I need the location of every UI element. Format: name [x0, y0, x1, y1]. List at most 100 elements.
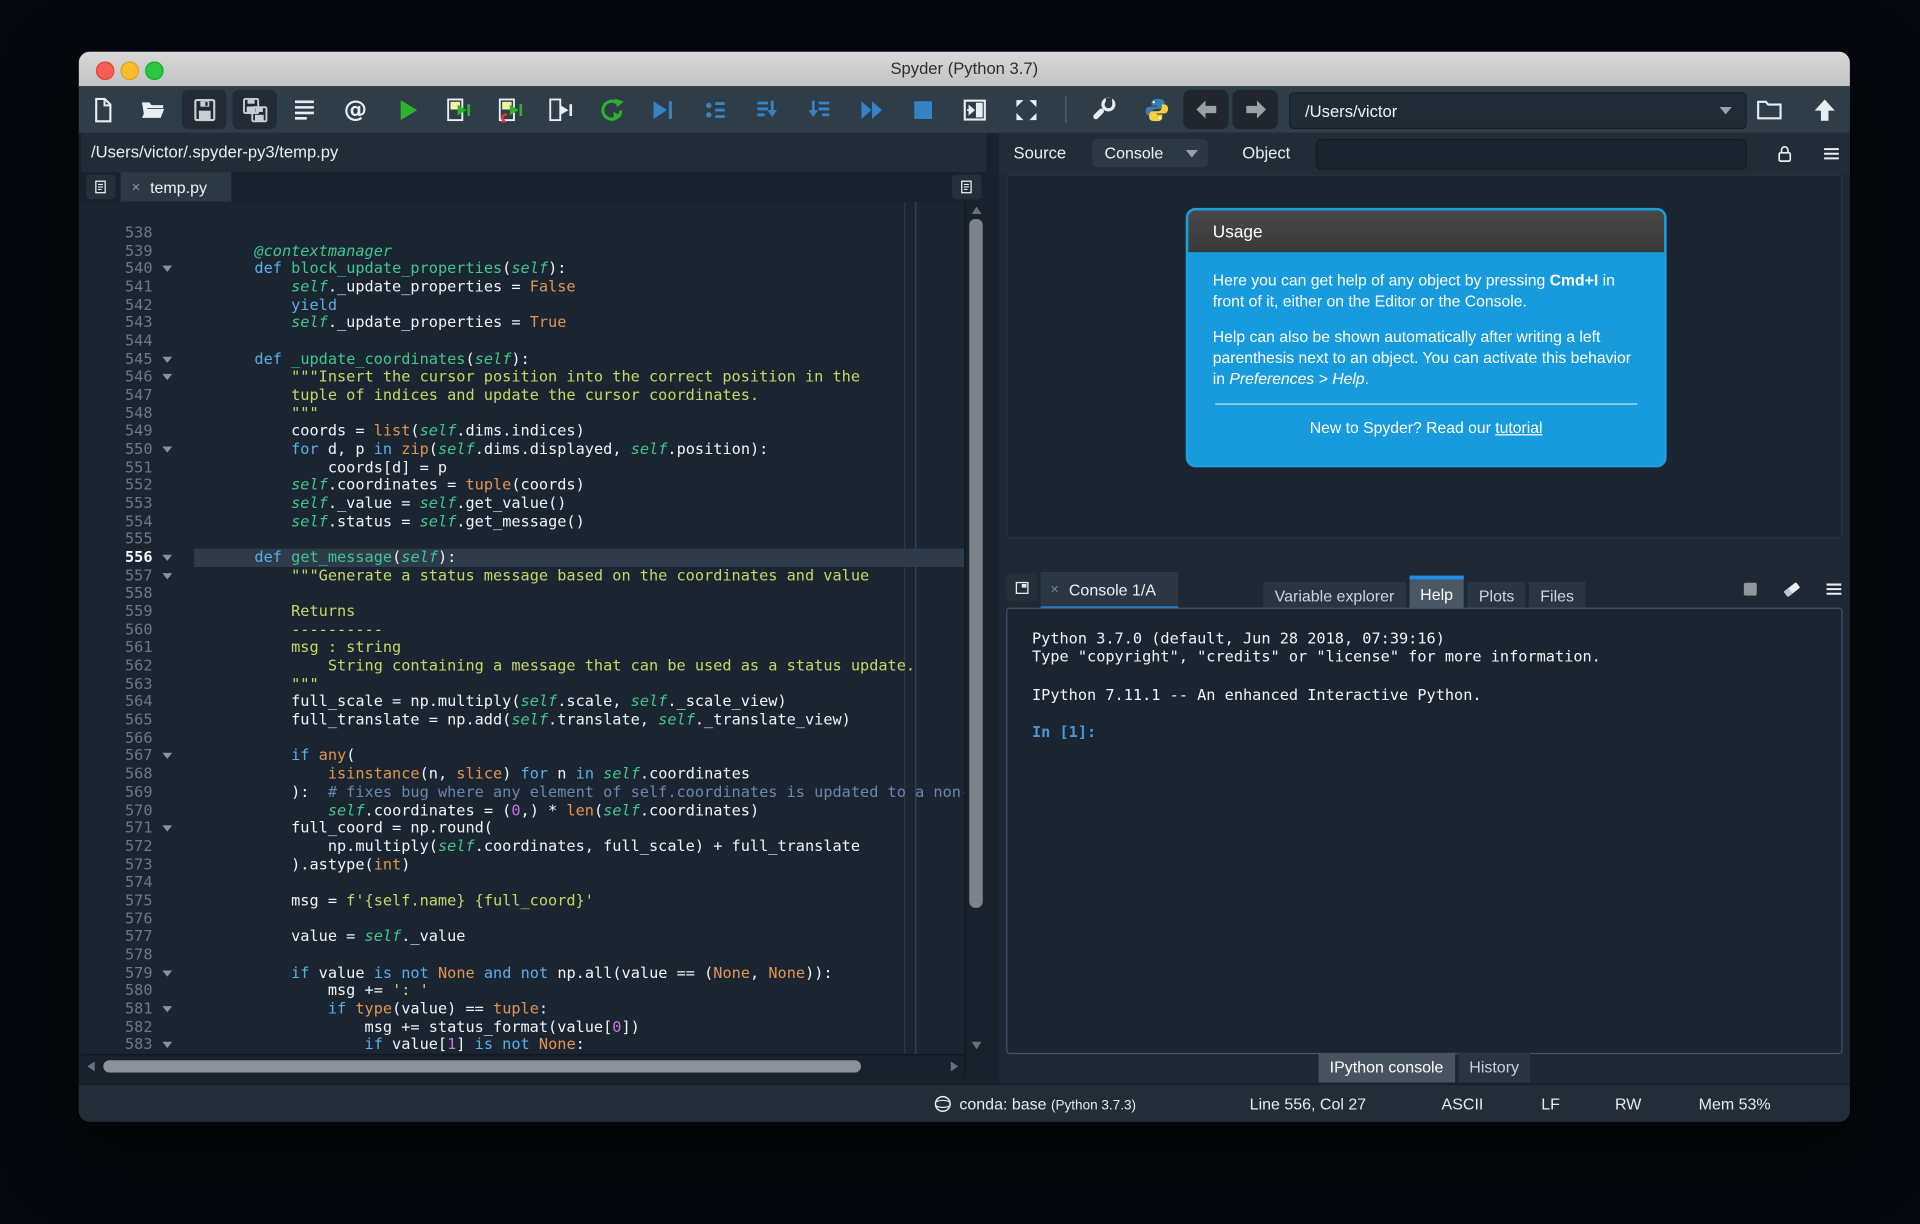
- code-line[interactable]: 573 ).astype(int): [81, 855, 964, 873]
- code-line[interactable]: 581 if type(value) == tuple:: [81, 1000, 964, 1018]
- help-source-selector[interactable]: Console: [1092, 139, 1208, 167]
- code-line[interactable]: 572 np.multiply(self.coordinates, full_s…: [81, 837, 964, 855]
- code-line[interactable]: 548 """: [81, 404, 964, 422]
- code-line[interactable]: 550 for d, p in zip(self.dims.displayed,…: [81, 440, 964, 458]
- debug-step-icon[interactable]: [700, 95, 730, 125]
- code-line[interactable]: 567 if any(: [81, 747, 964, 765]
- code-line[interactable]: 576: [81, 910, 964, 928]
- code-line[interactable]: 554 self.status = self.get_message(): [81, 513, 964, 531]
- preferences-wrench-icon[interactable]: [1089, 95, 1119, 125]
- vertical-scroll-thumb[interactable]: [969, 219, 983, 908]
- fold-arrow-icon[interactable]: [162, 573, 172, 579]
- code-line[interactable]: 563 """: [81, 675, 964, 693]
- python-path-icon[interactable]: [1141, 95, 1171, 125]
- fold-arrow-icon[interactable]: [162, 555, 172, 561]
- code-line[interactable]: 544: [81, 332, 964, 350]
- fold-arrow-icon[interactable]: [162, 1042, 172, 1048]
- code-line[interactable]: 579 if value is not None and not np.all(…: [81, 964, 964, 982]
- code-line[interactable]: 541 self._update_properties = False: [81, 278, 964, 296]
- save-icon[interactable]: [189, 95, 219, 125]
- code-line[interactable]: 551 coords[d] = p: [81, 458, 964, 476]
- editor-vertical-scrollbar[interactable]: [964, 202, 986, 1077]
- run-cell-advance-icon[interactable]: [494, 95, 524, 125]
- tab-history[interactable]: History: [1458, 1053, 1530, 1083]
- code-line[interactable]: 543 self._update_properties = True: [81, 314, 964, 332]
- code-line[interactable]: 582 msg += status_format(value[0]): [81, 1018, 964, 1036]
- code-line[interactable]: 574: [81, 874, 964, 892]
- code-line[interactable]: 570 self.coordinates = (0,) * len(self.c…: [81, 801, 964, 819]
- minimize-window-button[interactable]: [121, 62, 139, 80]
- ipython-console[interactable]: Python 3.7.0 (default, Jun 28 2018, 07:3…: [1006, 608, 1842, 1054]
- new-console-window-button[interactable]: [1006, 573, 1037, 601]
- fold-arrow-icon[interactable]: [162, 826, 172, 832]
- code-line[interactable]: 539 @contextmanager: [81, 242, 964, 260]
- code-line[interactable]: 552 self.coordinates = tuple(coords): [81, 477, 964, 495]
- code-line[interactable]: 568 isinstance(n, slice) for n in self.c…: [81, 765, 964, 783]
- tab-ipython-console[interactable]: IPython console: [1319, 1053, 1455, 1083]
- debug-stop-icon[interactable]: [908, 95, 938, 125]
- scroll-up-arrow-icon[interactable]: [972, 207, 982, 214]
- debug-step-into-icon[interactable]: [752, 95, 782, 125]
- scroll-left-arrow-icon[interactable]: [87, 1061, 94, 1071]
- run-selection-icon[interactable]: [545, 95, 575, 125]
- code-line[interactable]: 542 yield: [81, 296, 964, 314]
- fullscreen-icon[interactable]: [1011, 95, 1041, 125]
- console-options-menu-icon[interactable]: [1823, 578, 1850, 600]
- code-line[interactable]: 565 full_translate = np.add(self.transla…: [81, 711, 964, 729]
- parent-directory-icon[interactable]: [1809, 95, 1839, 125]
- debug-continue-icon[interactable]: [856, 95, 886, 125]
- run-file-icon[interactable]: [392, 95, 422, 125]
- file-switcher-icon[interactable]: [289, 95, 319, 125]
- editor-horizontal-scrollbar[interactable]: [81, 1054, 964, 1076]
- options-menu-icon[interactable]: [1820, 143, 1845, 165]
- tab-console-1a[interactable]: × Console 1/A: [1041, 572, 1179, 610]
- code-line[interactable]: 545 def _update_coordinates(self):: [81, 350, 964, 368]
- lock-icon[interactable]: [1774, 143, 1799, 165]
- run-cell-icon[interactable]: [443, 95, 473, 125]
- interrupt-kernel-icon[interactable]: [1739, 578, 1766, 600]
- working-directory-combo[interactable]: /Users/victor: [1289, 92, 1747, 129]
- close-window-button[interactable]: [96, 62, 114, 80]
- remove-variables-eraser-icon[interactable]: [1781, 578, 1808, 600]
- fold-arrow-icon[interactable]: [162, 753, 172, 759]
- code-line[interactable]: 569 ): # fixes bug where any element of …: [81, 783, 964, 801]
- code-line[interactable]: 557 """Generate a status message based o…: [81, 567, 964, 585]
- fold-arrow-icon[interactable]: [162, 356, 172, 362]
- browse-tabs-right-button[interactable]: [952, 175, 982, 200]
- new-file-icon[interactable]: [87, 95, 117, 125]
- code-line[interactable]: 547 tuple of indices and update the curs…: [81, 386, 964, 404]
- code-line[interactable]: 575 msg = f'{self.name} {full_coord}': [81, 892, 964, 910]
- code-editor[interactable]: 538539 @contextmanager540 def block_upda…: [81, 202, 986, 1077]
- code-line[interactable]: 555: [81, 531, 964, 549]
- browse-tabs-left-button[interactable]: [86, 175, 116, 200]
- open-file-icon[interactable]: [138, 95, 168, 125]
- back-button[interactable]: [1183, 90, 1229, 129]
- fold-arrow-icon[interactable]: [162, 1006, 172, 1012]
- fold-arrow-icon[interactable]: [162, 970, 172, 976]
- save-all-icon[interactable]: [240, 95, 270, 125]
- code-line[interactable]: 553 self._value = self.get_value(): [81, 495, 964, 513]
- usage-tutorial-line[interactable]: New to Spyder? Read our tutorial: [1213, 417, 1640, 438]
- code-line[interactable]: 559 Returns: [81, 603, 964, 621]
- fold-arrow-icon[interactable]: [162, 374, 172, 380]
- debug-file-icon[interactable]: [647, 95, 677, 125]
- code-line[interactable]: 562 String containing a message that can…: [81, 657, 964, 675]
- code-line[interactable]: 571 full_coord = np.round(: [81, 819, 964, 837]
- close-tab-icon[interactable]: ×: [132, 178, 141, 195]
- forward-button[interactable]: [1232, 90, 1278, 129]
- zoom-window-button[interactable]: [145, 62, 163, 80]
- fold-arrow-icon[interactable]: [162, 266, 172, 272]
- code-line[interactable]: 578: [81, 946, 964, 964]
- code-line[interactable]: 556 def get_message(self):: [81, 549, 964, 567]
- code-line[interactable]: 546 """Insert the cursor position into t…: [81, 368, 964, 386]
- code-line[interactable]: 558: [81, 585, 964, 603]
- scroll-right-arrow-icon[interactable]: [951, 1061, 958, 1071]
- fold-arrow-icon[interactable]: [162, 447, 172, 453]
- rerun-cell-icon[interactable]: [597, 95, 627, 125]
- code-line[interactable]: 549 coords = list(self.dims.indices): [81, 422, 964, 440]
- code-line[interactable]: 566: [81, 729, 964, 747]
- code-line[interactable]: 580 msg += ': ': [81, 982, 964, 1000]
- debug-step-return-icon[interactable]: [804, 95, 834, 125]
- code-line[interactable]: 577 value = self._value: [81, 928, 964, 946]
- tab-temp-py[interactable]: × temp.py: [121, 172, 232, 202]
